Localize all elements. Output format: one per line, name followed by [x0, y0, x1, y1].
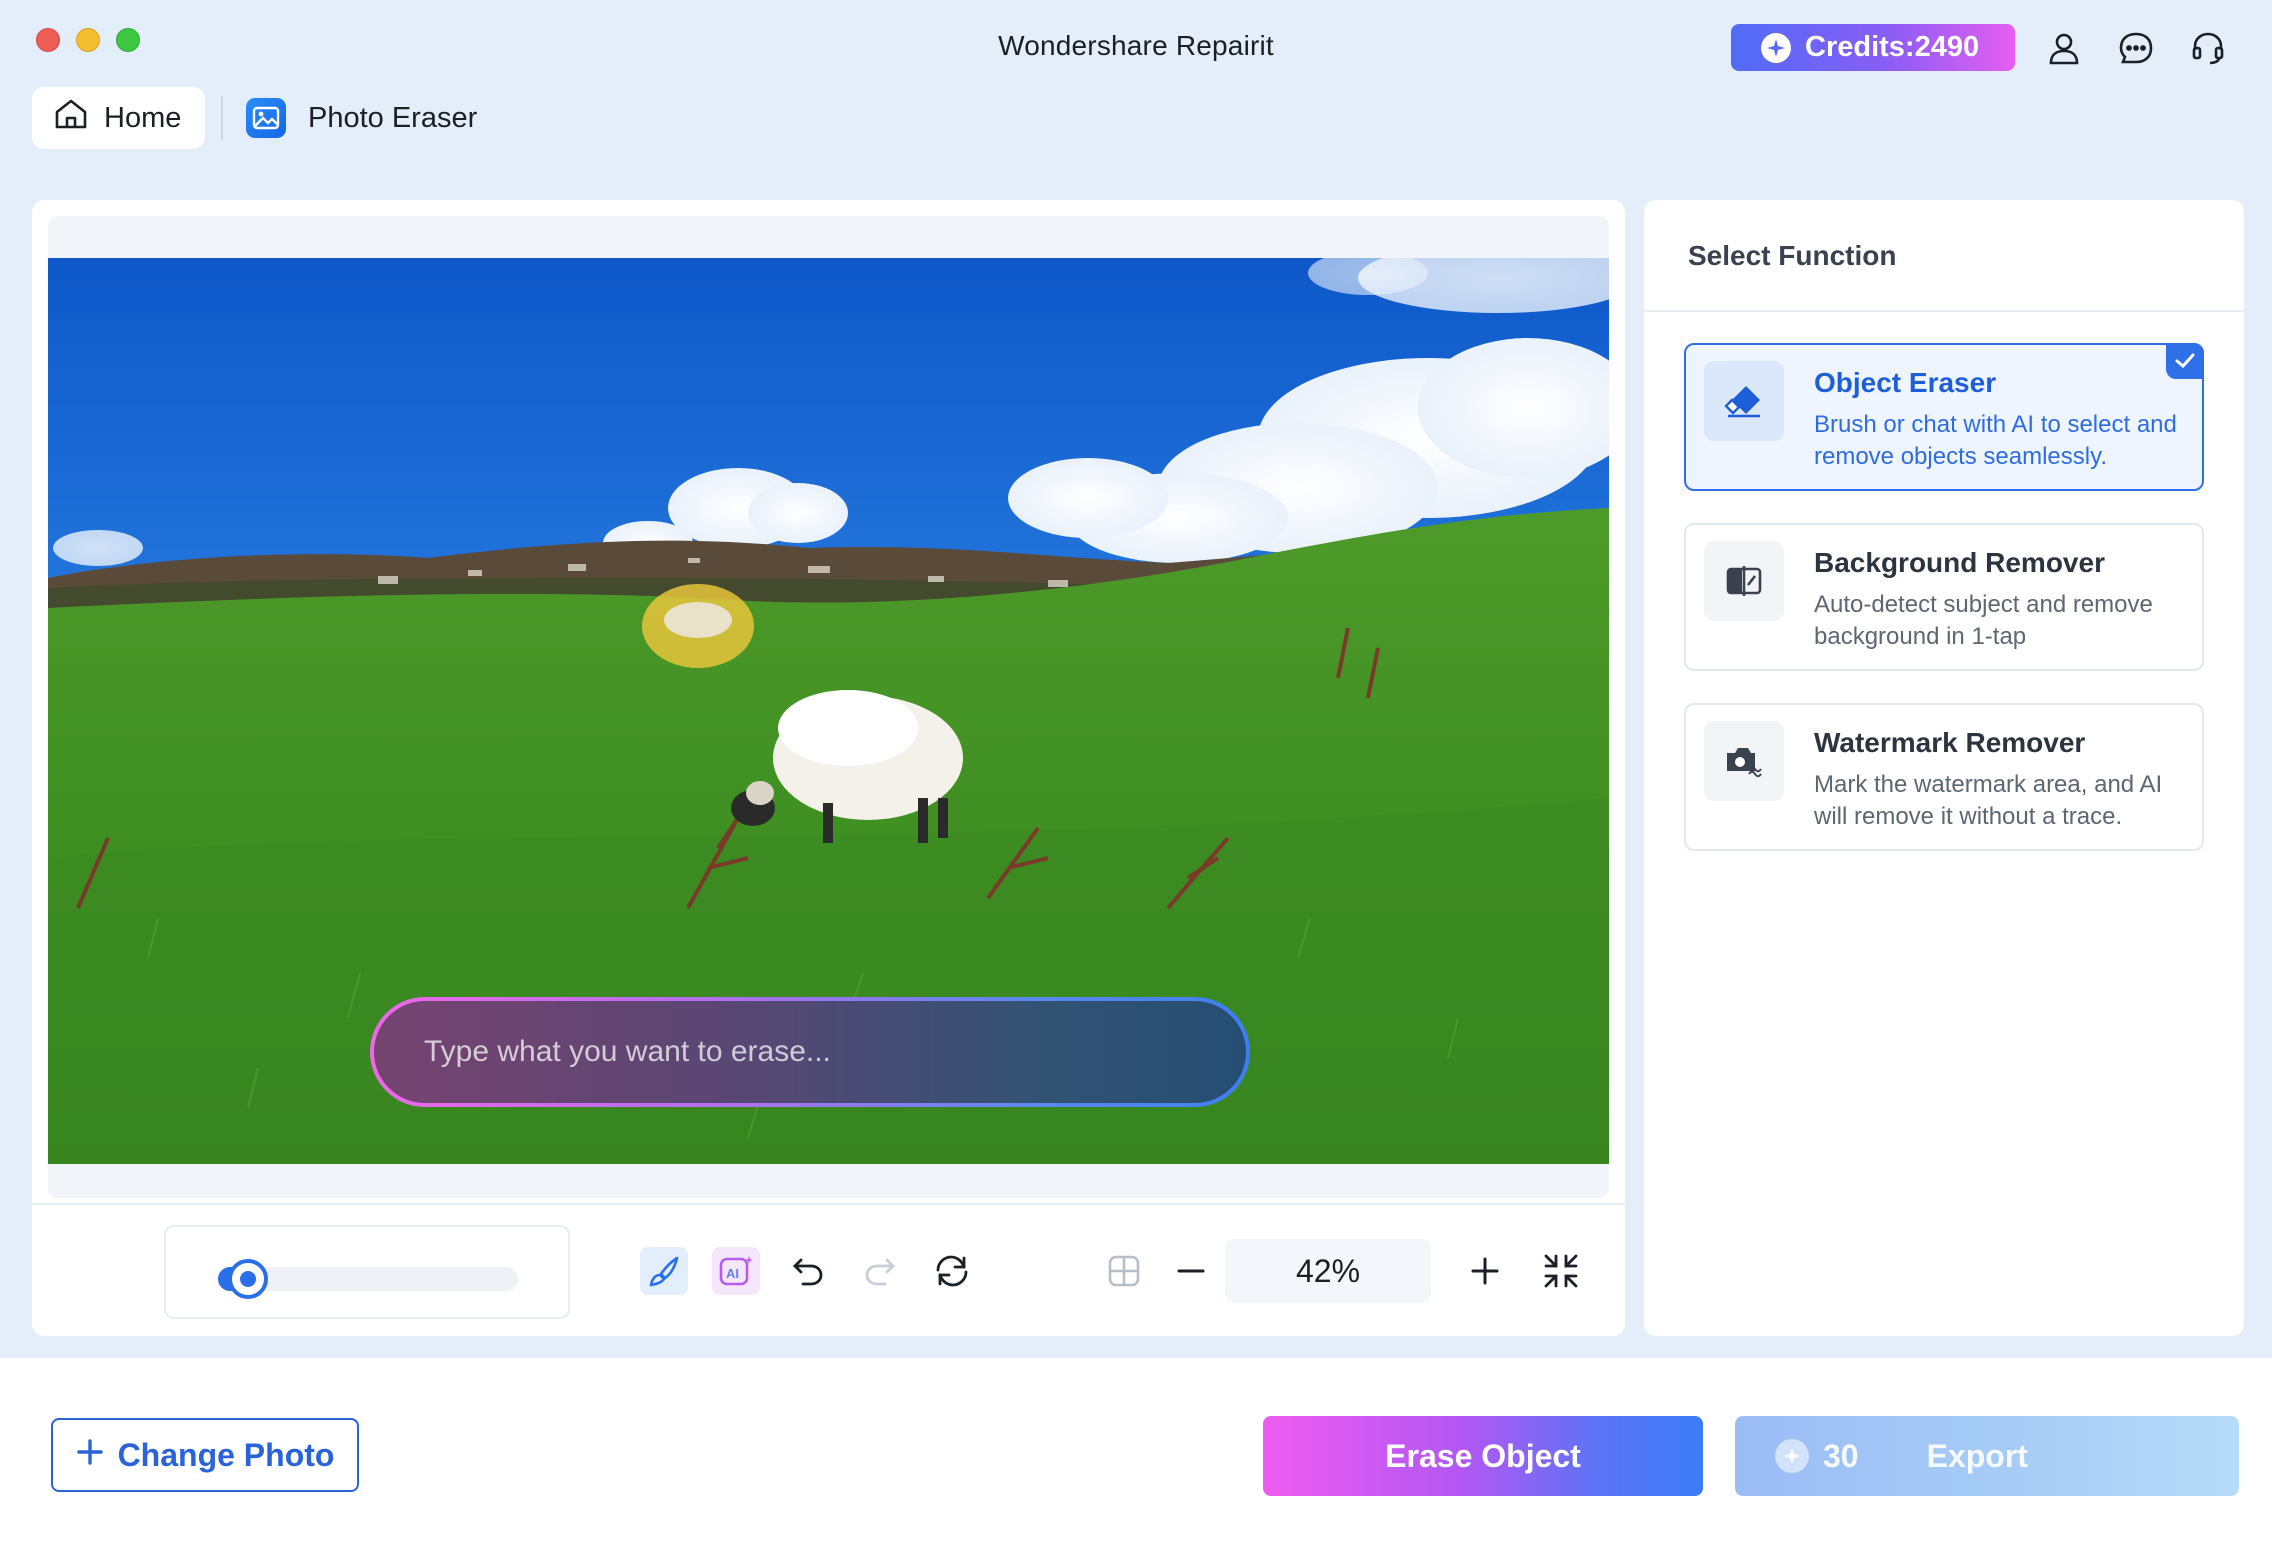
erase-prompt-inner — [374, 1001, 1246, 1103]
sparkle-icon — [1761, 32, 1791, 63]
bottom-action-bar: Change Photo Erase Object 30 Export — [0, 1358, 2272, 1552]
zoom-out-button[interactable] — [1167, 1247, 1215, 1295]
message-icon[interactable] — [2115, 27, 2157, 69]
plus-icon — [76, 1437, 104, 1474]
redo-icon — [865, 1258, 895, 1286]
editor-panel: AI — [32, 200, 1625, 1336]
compare-icon — [1108, 1255, 1140, 1287]
function-title: Background Remover — [1814, 547, 2105, 578]
home-label: Home — [104, 101, 182, 134]
export-cost: 30 — [1823, 1437, 1859, 1474]
ai-icon: AI — [719, 1256, 753, 1286]
function-description: Mark the watermark area, and AI will rem… — [1814, 771, 2163, 830]
toolbar-divider — [32, 1203, 1625, 1205]
refresh-icon — [936, 1255, 968, 1287]
brush-size-knob[interactable] — [228, 1259, 268, 1299]
collapse-icon — [1544, 1254, 1578, 1288]
ai-select-button[interactable]: AI — [712, 1247, 760, 1295]
brush-size-control — [164, 1225, 582, 1319]
export-button[interactable]: 30 Export — [1735, 1416, 2239, 1496]
function-description: Brush or chat with AI to select and remo… — [1814, 411, 2177, 470]
brush-tool-button[interactable] — [640, 1247, 688, 1295]
erase-object-label: Erase Object — [1385, 1437, 1581, 1474]
undo-button[interactable] — [784, 1247, 832, 1295]
function-title: Object Eraser — [1814, 367, 1997, 398]
brush-icon — [649, 1256, 679, 1287]
selected-check-icon — [2166, 343, 2204, 379]
image-icon — [246, 98, 286, 138]
credit-coin-icon — [1775, 1439, 1809, 1473]
home-icon — [54, 98, 88, 138]
function-panel-divider — [1644, 310, 2244, 312]
function-panel-title: Select Function — [1688, 240, 1897, 271]
account-icon[interactable] — [2043, 27, 2085, 69]
change-photo-button[interactable]: Change Photo — [51, 1418, 359, 1492]
background-remover-icon — [1704, 541, 1784, 621]
plus-icon — [1471, 1257, 1499, 1285]
function-watermark-remover[interactable]: Watermark Remover Mark the watermark are… — [1684, 703, 2204, 851]
minus-icon — [1177, 1269, 1205, 1273]
erase-prompt[interactable] — [370, 997, 1250, 1107]
reset-button[interactable] — [928, 1247, 976, 1295]
export-label: Export — [1926, 1437, 2028, 1474]
home-button[interactable]: Home — [32, 87, 205, 149]
function-object-eraser[interactable]: Object Eraser Brush or chat with AI to s… — [1684, 343, 2204, 491]
function-title: Watermark Remover — [1814, 727, 2086, 758]
svg-text:AI: AI — [726, 1266, 739, 1281]
nav-divider — [221, 96, 223, 140]
change-photo-label: Change Photo — [117, 1436, 335, 1473]
zoom-level: 42% — [1225, 1239, 1431, 1303]
credits-label: Credits:2490 — [1805, 31, 1980, 63]
zoom-in-button[interactable] — [1461, 1247, 1509, 1295]
undo-icon — [793, 1258, 823, 1286]
eraser-icon — [1704, 361, 1784, 441]
app-window: Wondershare Repairit Credits:2490 Home P… — [0, 0, 2272, 1552]
erase-prompt-input[interactable] — [424, 1035, 1164, 1069]
watermark-remover-icon — [1704, 721, 1784, 801]
tool-tab-label: Photo Eraser — [308, 101, 478, 134]
credits-button[interactable]: Credits:2490 — [1731, 24, 2015, 71]
redo-button[interactable] — [856, 1247, 904, 1295]
support-headset-icon[interactable] — [2187, 27, 2229, 69]
compare-button[interactable] — [1100, 1247, 1148, 1295]
function-background-remover[interactable]: Background Remover Auto-detect subject a… — [1684, 523, 2204, 671]
function-description: Auto-detect subject and remove backgroun… — [1814, 591, 2153, 650]
function-panel: Select Function Object Eraser Brush or c… — [1644, 200, 2244, 1336]
fit-screen-button[interactable] — [1537, 1247, 1585, 1295]
tab-photo-eraser[interactable]: Photo Eraser — [246, 92, 477, 144]
erase-object-button[interactable]: Erase Object — [1263, 1416, 1703, 1496]
